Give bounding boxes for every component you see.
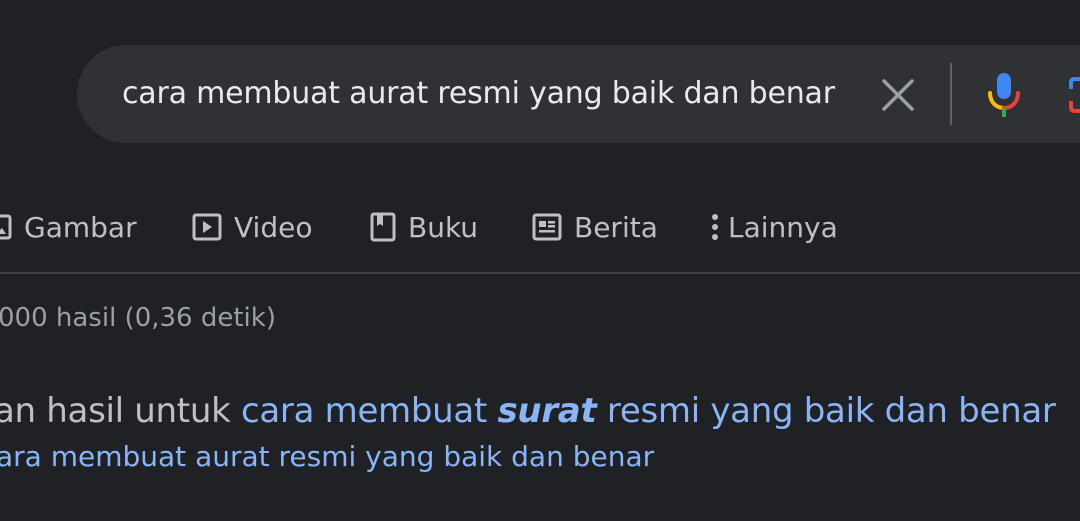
- tab-buku[interactable]: Buku: [370, 205, 478, 249]
- spelling-correction-line: an hasil untuk cara membuat surat resmi …: [0, 391, 1056, 431]
- lens-icon[interactable]: [1067, 75, 1080, 115]
- close-icon[interactable]: [880, 77, 916, 113]
- tab-label: Video: [234, 210, 313, 244]
- image-icon: [0, 214, 12, 240]
- tab-gambar[interactable]: Gambar: [0, 205, 137, 249]
- microphone-icon[interactable]: [985, 71, 1023, 119]
- search-bar-divider: [950, 63, 952, 125]
- search-instead-link[interactable]: ara membuat aurat resmi yang baik dan be…: [0, 440, 654, 473]
- search-input[interactable]: cara membuat aurat resmi yang baik dan b…: [122, 73, 835, 115]
- search-results-page: cara membuat aurat resmi yang baik dan b…: [0, 0, 1080, 521]
- search-bar[interactable]: cara membuat aurat resmi yang baik dan b…: [77, 45, 1080, 143]
- tab-lainnya[interactable]: Lainnya: [708, 205, 838, 249]
- play-icon: [192, 213, 222, 241]
- showing-prefix: an hasil untuk: [0, 391, 241, 431]
- tab-video[interactable]: Video: [192, 205, 312, 249]
- more-vert-icon: [712, 214, 718, 240]
- tab-label: Lainnya: [728, 210, 838, 244]
- tab-label: Buku: [408, 210, 479, 244]
- tab-label: Gambar: [24, 210, 137, 244]
- tab-label: Berita: [574, 210, 658, 244]
- tabs-divider: [0, 272, 1080, 274]
- news-icon: [532, 213, 562, 241]
- tab-berita[interactable]: Berita: [532, 205, 658, 249]
- book-icon: [370, 212, 396, 242]
- result-stats: 000 hasil (0,36 detik): [0, 303, 276, 333]
- corrected-query-link[interactable]: cara membuat surat resmi yang baik dan b…: [241, 391, 1056, 431]
